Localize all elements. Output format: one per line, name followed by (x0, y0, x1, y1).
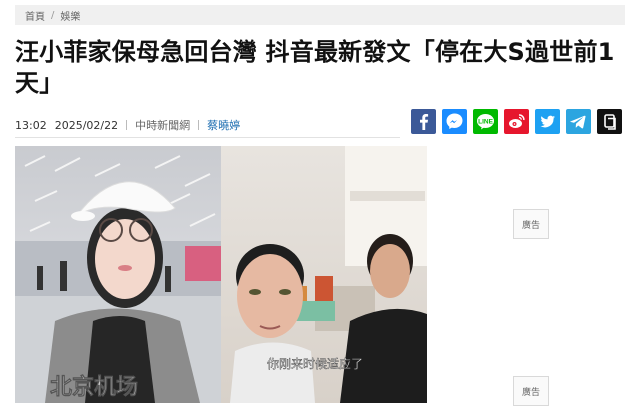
telegram-share-button[interactable] (566, 109, 591, 134)
article-title: 汪小菲家保母急回台灣 抖音最新發文「停在大S過世前1天」 (15, 38, 615, 97)
messenger-icon (446, 113, 463, 129)
line-share-label: LINE (478, 118, 493, 125)
telegram-icon (570, 115, 586, 129)
ad-placeholder-top[interactable]: 廣告 (513, 209, 549, 239)
meta-divider (126, 120, 128, 130)
weibo-share-button[interactable] (504, 109, 529, 134)
line-icon: LINE (477, 114, 494, 130)
twitter-share-button[interactable] (535, 109, 560, 134)
line-share-button[interactable]: LINE (473, 109, 498, 134)
publish-date: 2025/02/22 (54, 118, 119, 132)
meta-underline (15, 137, 400, 138)
breadcrumb-section[interactable]: 娛樂 (60, 8, 80, 23)
hero-image[interactable]: 北京机场 你刚来时候适应了 (15, 146, 427, 403)
weibo-icon (509, 114, 525, 128)
twitter-icon (540, 115, 555, 128)
breadcrumb-separator: / (51, 9, 55, 21)
breadcrumb: 首頁 / 娛樂 (15, 5, 625, 25)
copy-link-share-button[interactable] (597, 109, 622, 134)
article-meta: 13:02 2025/02/22 中時新聞網 蔡曉婷 (15, 117, 240, 133)
hero-right-subtitle: 你刚来时候适应了 (267, 356, 363, 371)
breadcrumb-home[interactable]: 首頁 (25, 8, 45, 23)
hero-left-caption: 北京机场 (50, 374, 138, 400)
share-bar: LINE (411, 109, 622, 134)
facebook-icon (420, 114, 429, 130)
messenger-share-button[interactable] (442, 109, 467, 134)
ad-placeholder-bottom[interactable]: 廣告 (513, 376, 549, 406)
hero-image-graphic: 北京机场 你刚来时候适应了 (15, 146, 427, 403)
facebook-share-button[interactable] (411, 109, 436, 134)
article-source[interactable]: 中時新聞網 (135, 117, 190, 133)
publish-time: 13:02 (15, 118, 47, 132)
meta-divider (198, 120, 200, 130)
article-author[interactable]: 蔡曉婷 (207, 117, 240, 133)
copy-link-icon (604, 114, 616, 130)
